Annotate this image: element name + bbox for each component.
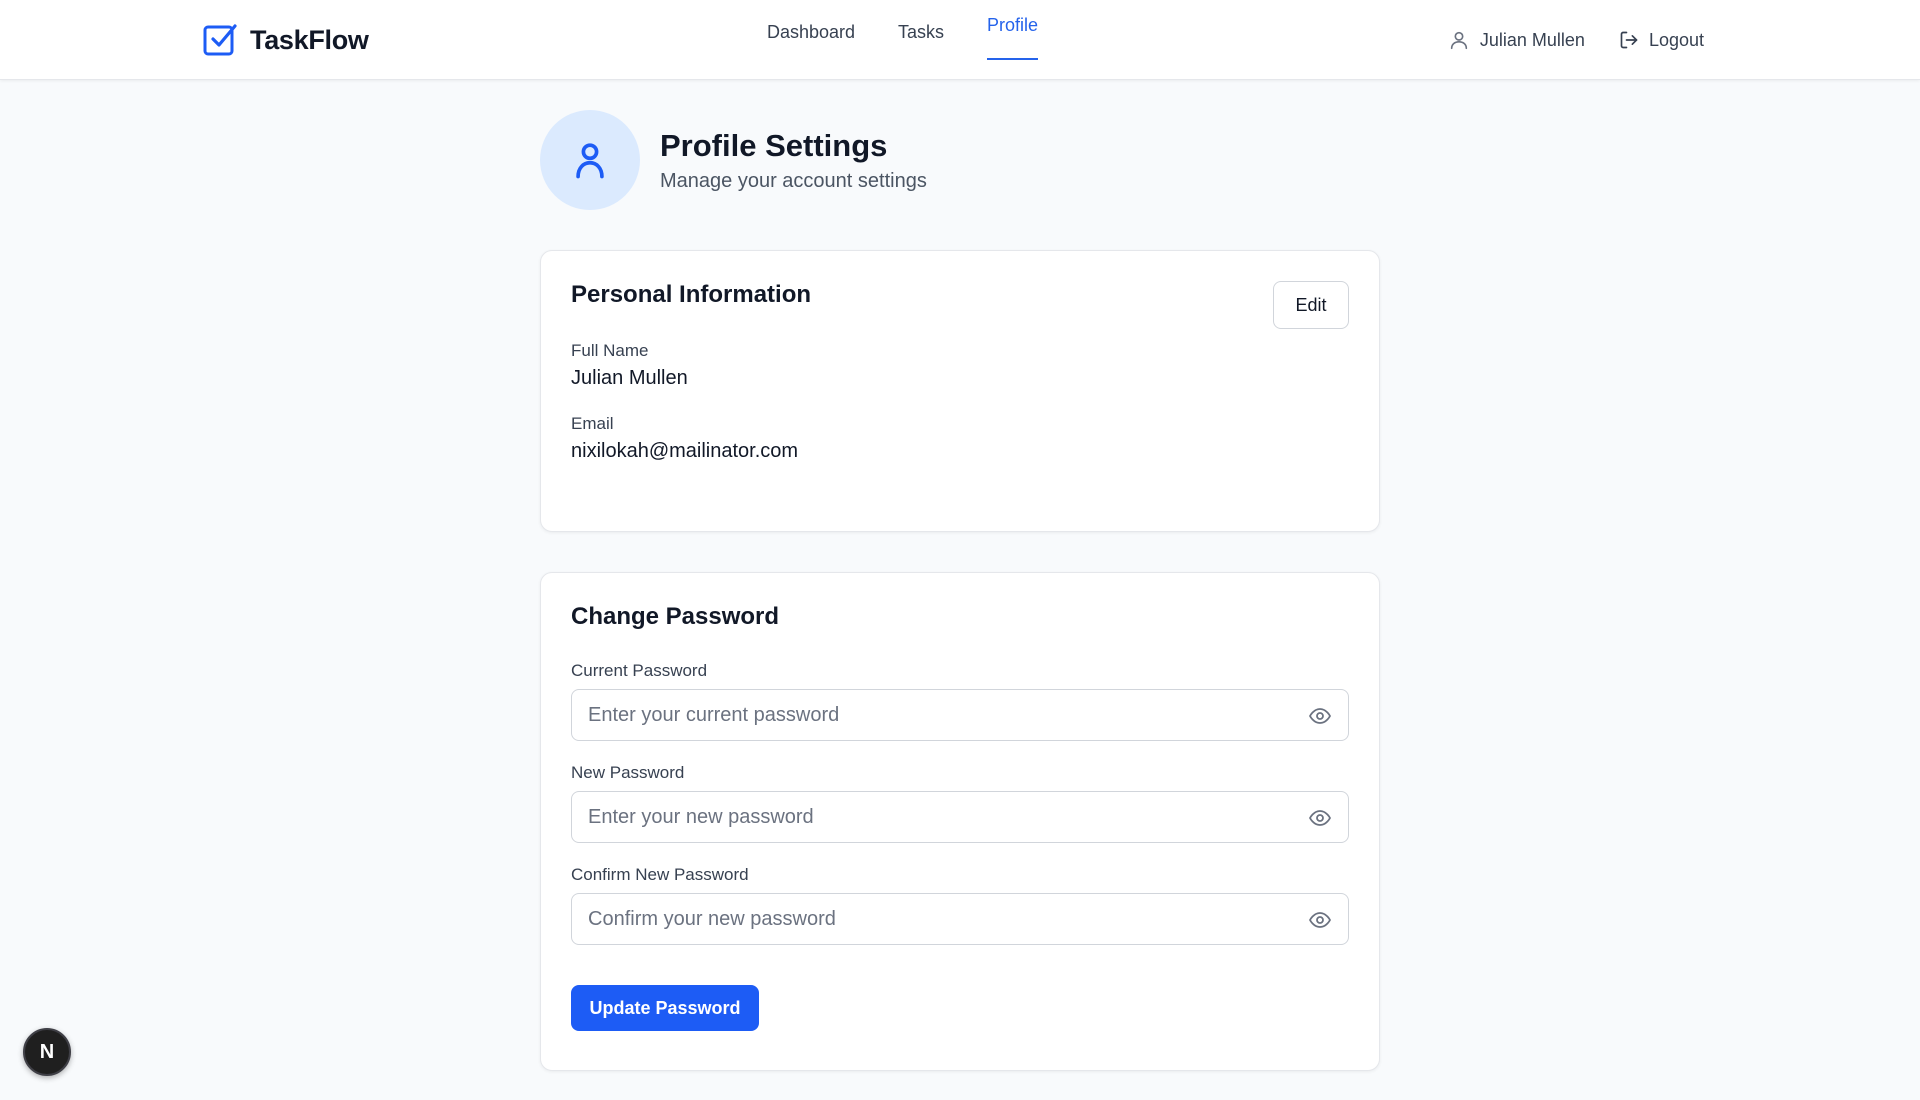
current-password-label: Current Password bbox=[571, 661, 708, 680]
email-value: nixilokah@mailinator.com bbox=[571, 440, 799, 462]
personal-info-title: Personal Information bbox=[571, 281, 812, 308]
new-password-wrapper bbox=[571, 791, 1349, 843]
toggle-confirm-password-button[interactable] bbox=[1306, 906, 1334, 934]
toggle-current-password-button[interactable] bbox=[1306, 702, 1334, 730]
eye-icon bbox=[1309, 810, 1331, 826]
user-icon bbox=[576, 143, 604, 179]
new-password-label: New Password bbox=[571, 763, 685, 782]
email-field: Email nixilokah@mailinator.com bbox=[571, 414, 1349, 463]
page-title: Profile Settings bbox=[660, 127, 888, 163]
user-area: Julian Mullen Logout bbox=[1448, 20, 1704, 60]
page-subtitle: Manage your account settings bbox=[660, 169, 927, 192]
top-navbar: TaskFlow Dashboard Tasks Profile Julian … bbox=[0, 0, 1920, 80]
logout-icon bbox=[1620, 31, 1638, 49]
nav-profile[interactable]: Profile bbox=[987, 0, 1039, 60]
brand-name: TaskFlow bbox=[250, 24, 369, 55]
personal-info-card: Personal Information Edit Full Name Juli… bbox=[540, 250, 1380, 532]
confirm-password-field: Confirm New Password bbox=[571, 865, 1349, 945]
full-name-value: Julian Mullen bbox=[571, 367, 688, 389]
toggle-new-password-button[interactable] bbox=[1306, 804, 1334, 832]
full-name-field: Full Name Julian Mullen bbox=[571, 341, 1349, 390]
checkbox-icon bbox=[203, 24, 237, 56]
dev-tools-badge[interactable]: N bbox=[23, 1028, 71, 1076]
profile-header: Profile Settings Manage your account set… bbox=[540, 110, 1380, 210]
full-name-label: Full Name bbox=[571, 341, 649, 360]
nav-dashboard[interactable]: Dashboard bbox=[767, 0, 855, 64]
email-label: Email bbox=[571, 414, 614, 433]
change-password-title: Change Password bbox=[571, 603, 780, 630]
current-password-field: Current Password bbox=[571, 661, 1349, 741]
brand-logo-link[interactable]: TaskFlow bbox=[202, 20, 369, 60]
avatar bbox=[540, 110, 640, 210]
nav-tasks[interactable]: Tasks bbox=[898, 0, 944, 64]
current-password-wrapper bbox=[571, 689, 1349, 741]
confirm-password-input[interactable] bbox=[572, 894, 1348, 944]
eye-icon bbox=[1309, 912, 1331, 928]
profile-heading-text: Profile Settings Manage your account set… bbox=[660, 128, 927, 193]
new-password-input[interactable] bbox=[572, 792, 1348, 842]
user-icon bbox=[1450, 31, 1468, 50]
eye-icon bbox=[1309, 708, 1331, 724]
new-password-field: New Password bbox=[571, 763, 1349, 843]
confirm-password-label: Confirm New Password bbox=[571, 865, 749, 884]
edit-button[interactable]: Edit bbox=[1273, 281, 1349, 329]
current-password-input[interactable] bbox=[572, 690, 1348, 740]
update-password-button[interactable]: Update Password bbox=[571, 985, 759, 1031]
logout-label: Logout bbox=[1648, 29, 1704, 50]
user-name: Julian Mullen bbox=[1479, 29, 1585, 50]
profile-page: Profile Settings Manage your account set… bbox=[540, 110, 1380, 1071]
confirm-password-wrapper bbox=[571, 893, 1349, 945]
change-password-card: Change Password Current Password New Pas… bbox=[540, 572, 1380, 1071]
user-menu[interactable]: Julian Mullen bbox=[1448, 29, 1585, 51]
logout-button[interactable]: Logout bbox=[1619, 30, 1704, 51]
